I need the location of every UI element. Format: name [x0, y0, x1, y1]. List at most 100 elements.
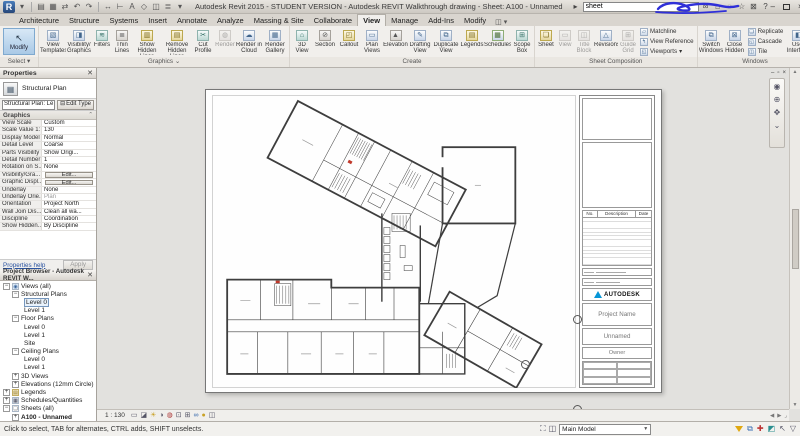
viewports-dropdown-icon[interactable]: ▾ — [679, 48, 682, 55]
visual-style-icon[interactable]: ◪ — [141, 411, 148, 420]
tab-systems[interactable]: Systems — [104, 15, 143, 26]
property-value[interactable]: 130 — [42, 127, 96, 134]
sheet-page-a100[interactable]: No. Description Date AUTODESK Project Na… — [205, 89, 662, 393]
save-icon[interactable]: ▦ — [48, 2, 58, 12]
resize-grip-icon[interactable]: ⌟ — [784, 413, 787, 419]
tree-item-3d-views[interactable]: +3D Views — [0, 372, 96, 380]
tab-annotate[interactable]: Annotate — [172, 15, 212, 26]
matchline-button[interactable]: ▱ Matchline — [640, 27, 694, 36]
view-scale-control[interactable]: 1 : 130 — [102, 411, 128, 420]
worksets-icon[interactable]: ⛶ — [540, 424, 546, 434]
project-browser-close-icon[interactable]: ✕ — [87, 271, 93, 279]
tab-insert[interactable]: Insert — [143, 15, 172, 26]
type-selector[interactable]: Structural Plan: Le▼ — [2, 99, 56, 110]
property-value[interactable]: Clean all wa... — [42, 208, 96, 216]
cascade-button[interactable]: ◱ Cascade — [747, 37, 784, 46]
aligned-dimension-icon[interactable]: ⊢ — [115, 2, 125, 12]
tree-item-ceiling-plans[interactable]: − Ceiling Plans — [0, 348, 96, 356]
tree-item-floor-plans[interactable]: − Floor Plans — [0, 315, 96, 323]
elevation-button[interactable]: ▲ Elevation — [383, 29, 408, 55]
legends-button[interactable]: ▤ Legends — [460, 29, 484, 55]
communication-center-icon[interactable]: ◌ — [725, 2, 735, 12]
select-pinned-toggle-icon[interactable]: ✚ — [757, 424, 764, 434]
app-menu-arrow-icon[interactable]: ▾ — [17, 2, 27, 12]
drag-on-selection-toggle-icon[interactable]: ↖ — [779, 424, 786, 434]
switch-windows-button[interactable]: ⧉ Switch Windows — [699, 29, 724, 55]
title-block[interactable]: No. Description Date AUTODESK Project Na… — [579, 95, 655, 388]
property-value[interactable]: None — [42, 164, 96, 171]
restore-button[interactable] — [782, 3, 790, 10]
project-browser-header[interactable]: Project Browser - Autodesk REVIT W... ✕ — [0, 268, 96, 282]
property-value[interactable]: Coarse — [42, 142, 96, 149]
text-icon[interactable]: A — [127, 2, 137, 12]
scroll-up-icon[interactable]: ▲ — [793, 69, 798, 75]
tree-item-schedules[interactable]: + ▦ Schedules/Quantities — [0, 397, 96, 405]
view-restore-icon[interactable]: ▫ — [777, 70, 779, 76]
expand-icon[interactable]: + — [3, 397, 10, 405]
tab-architecture[interactable]: Architecture — [14, 15, 64, 26]
selection-filter-icon[interactable] — [735, 426, 744, 432]
tree-item-level1-ceiling[interactable]: Level 1 — [0, 364, 96, 372]
analytical-model-icon[interactable]: ◫ — [209, 411, 216, 420]
tree-item-structural-plans[interactable]: − Structural Plans — [0, 290, 96, 298]
tree-item-level1-floor[interactable]: Level 1 — [0, 331, 96, 339]
properties-close-icon[interactable]: ✕ — [87, 69, 93, 77]
duplicate-view-button[interactable]: ⧉ Duplicate View — [432, 29, 460, 55]
property-value[interactable]: None — [42, 186, 96, 193]
tree-item-site[interactable]: Site — [0, 339, 96, 347]
expand-icon[interactable]: + — [3, 389, 10, 397]
select-links-toggle-icon[interactable]: ⧉ — [747, 424, 753, 434]
callout-button[interactable]: ◰ Callout — [337, 29, 361, 55]
property-value[interactable]: By Discipline — [42, 223, 96, 230]
collapse-icon[interactable]: − — [12, 290, 19, 298]
tree-item-views[interactable]: − ◉ Views (all) — [0, 282, 96, 290]
section-collapse-icon[interactable]: ⌃ — [88, 112, 93, 118]
tree-item-sheet-a100[interactable]: + A100 - Unnamed — [0, 413, 96, 421]
favorites-star-icon[interactable]: ☆ — [737, 2, 747, 12]
close-hidden-button[interactable]: ⊠ Close Hidden — [724, 29, 746, 55]
sheet-button[interactable]: ❏ Sheet — [536, 29, 556, 55]
property-value[interactable]: Custom — [42, 120, 96, 127]
render-gallery-button[interactable]: ▦ Render Gallery — [262, 29, 288, 55]
tab-massing-site[interactable]: Massing & Site — [249, 15, 309, 26]
scroll-right-icon[interactable]: ▶ — [777, 413, 781, 419]
expand-icon[interactable]: + — [12, 380, 19, 388]
search-input[interactable] — [582, 1, 699, 12]
sync-icon[interactable]: ⇄ — [60, 2, 70, 12]
crop-view-icon[interactable]: ⊡ — [176, 411, 182, 420]
cut-profile-button[interactable]: ✂ Cut Profile — [192, 29, 214, 55]
measure-icon[interactable]: ↔ — [103, 2, 113, 12]
redo-icon[interactable]: ↷ — [84, 2, 94, 12]
minimize-button[interactable]: – — [771, 2, 775, 12]
scroll-down-icon[interactable]: ▼ — [793, 402, 798, 408]
search-history-arrow-icon[interactable]: ▸ — [571, 2, 581, 12]
section-button[interactable]: ⊘ Section — [313, 29, 337, 55]
tab-view[interactable]: View — [357, 14, 387, 26]
search-binoculars-icon[interactable]: ∞ — [701, 2, 711, 12]
view-close-icon[interactable]: × — [782, 70, 786, 76]
exchange-apps-icon[interactable]: ⊠ — [749, 2, 759, 12]
scroll-thumb[interactable] — [791, 208, 799, 269]
collapse-icon[interactable]: − — [12, 348, 19, 356]
show-crop-region-icon[interactable]: ⊞ — [185, 411, 191, 420]
collapse-icon[interactable]: − — [12, 315, 19, 323]
properties-header[interactable]: Properties ✕ — [0, 68, 96, 79]
tree-item-level0-ceiling[interactable]: Level 0 — [0, 356, 96, 364]
property-value[interactable]: Show Origi... — [42, 149, 96, 156]
remove-hidden-lines-button[interactable]: ▤Remove Hidden Lines — [162, 29, 192, 55]
render-in-cloud-button[interactable]: ☁ Render in Cloud — [236, 29, 262, 55]
active-design-option-select[interactable]: Main Model ▼ — [559, 423, 652, 435]
tab-analyze[interactable]: Analyze — [212, 15, 249, 26]
collapse-icon[interactable]: − — [3, 282, 10, 290]
thin-lines-icon[interactable]: ≣ — [163, 2, 173, 12]
edit-type-button[interactable]: ⊟ Edit Type — [57, 99, 94, 110]
tab-structure[interactable]: Structure — [64, 15, 104, 26]
graphic-display-edit-button[interactable]: Edit... — [45, 179, 93, 186]
viewports-button[interactable]: ◱ Viewports ▾ — [640, 47, 694, 56]
panel-label-sheet-composition[interactable]: Sheet Composition — [535, 57, 697, 67]
property-value[interactable]: Normal — [42, 134, 96, 142]
tree-item-level1-structural[interactable]: Level 1 — [0, 307, 96, 315]
view-templates-button[interactable]: ▧ View Templates — [40, 29, 66, 55]
temporary-hide-isolate-icon[interactable]: ∞ — [194, 411, 199, 420]
reveal-hidden-elements-icon[interactable]: ● — [202, 411, 206, 420]
